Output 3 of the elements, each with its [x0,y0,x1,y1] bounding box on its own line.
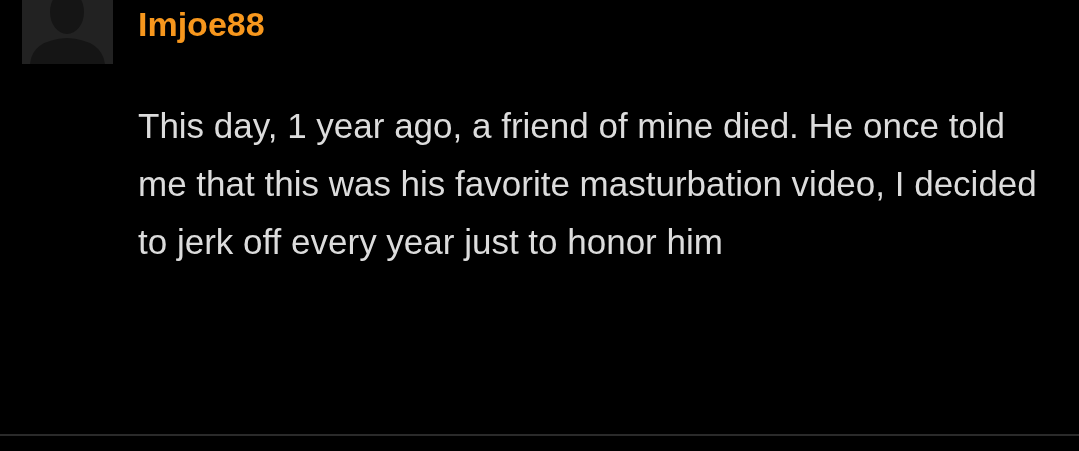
username[interactable]: Imjoe88 [138,4,1038,44]
avatar-icon [22,0,113,64]
comment-text: This day, 1 year ago, a friend of mine died. He once told me that this was his favorite masturbation video, I decided to jerk off every year just to honor him [138,105,1038,263]
